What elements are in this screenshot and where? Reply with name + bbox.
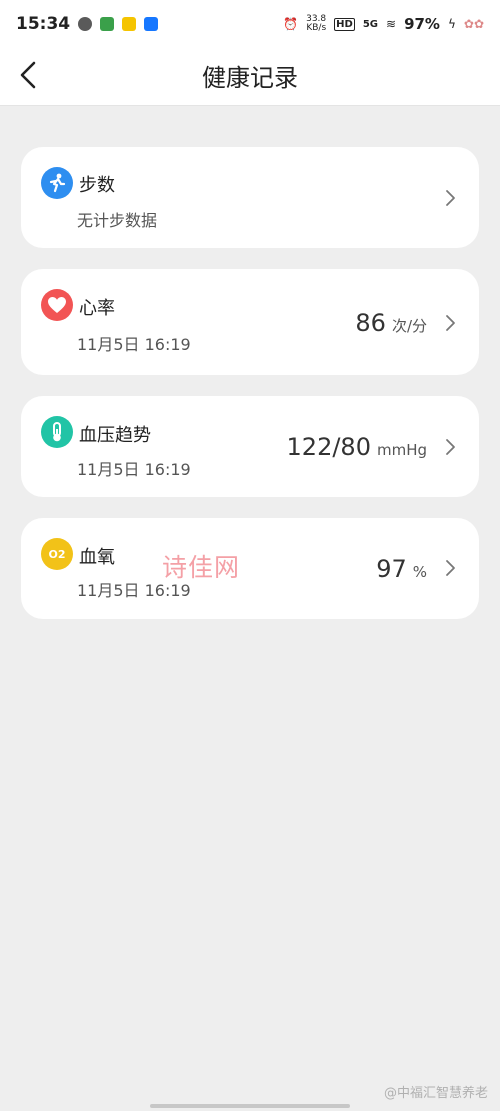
steps-subtitle: 无计步数据 xyxy=(77,211,158,230)
blood-pressure-unit: mmHg xyxy=(376,441,427,459)
o2-icon: O2 xyxy=(41,538,73,570)
heart-rate-time: 11月5日 16:19 xyxy=(77,335,191,354)
heart-rate-unit: 次/分 xyxy=(391,317,427,335)
nav-bar: 健康记录 xyxy=(0,48,500,106)
blood-oxygen-value: 97 % xyxy=(376,555,427,583)
charging-icon: ϟ xyxy=(447,17,456,31)
network-type: 5G xyxy=(362,18,378,30)
chevron-right-icon xyxy=(446,315,455,331)
app-notification-icon xyxy=(100,17,115,31)
status-time: 15:34 xyxy=(16,14,71,34)
blood-pressure-value: 122/80 mmHg xyxy=(287,433,427,461)
blood-oxygen-number: 97 xyxy=(376,555,407,583)
meituan-icon xyxy=(122,17,137,31)
wifi-icon: ≋ xyxy=(386,17,397,31)
chevron-right-icon xyxy=(446,439,455,455)
hd-badge: HD xyxy=(334,17,355,31)
blood-pressure-time: 11月5日 16:19 xyxy=(77,460,191,479)
page-title: 健康记录 xyxy=(202,64,298,92)
heart-rate-title: 心率 xyxy=(79,298,115,319)
alarm-icon: ⏰ xyxy=(283,17,299,31)
net-speed: 33.8 KB/s xyxy=(306,14,327,33)
blood-oxygen-title: 血氧 xyxy=(79,547,115,568)
thermometer-icon xyxy=(41,416,73,448)
status-bar: 15:34 ⏰ 33.8 KB/s HD 5G ≋ 97% ϟ ✿✿ xyxy=(0,0,500,48)
alipay-icon xyxy=(144,17,159,31)
steps-card[interactable]: 步数 无计步数据 xyxy=(21,147,479,248)
blood-pressure-title: 血压趋势 xyxy=(79,425,151,446)
home-indicator[interactable] xyxy=(150,1104,350,1108)
blood-oxygen-card[interactable]: O2 血氧 11月5日 16:19 97 % xyxy=(21,518,479,619)
decor-flower-icon: ✿✿ xyxy=(463,17,484,31)
blood-pressure-number: 122/80 xyxy=(286,433,371,461)
chevron-right-icon xyxy=(446,560,455,576)
heart-rate-value: 86 次/分 xyxy=(355,309,427,337)
blood-oxygen-unit: % xyxy=(412,563,427,581)
heart-icon xyxy=(41,289,73,321)
heart-rate-card[interactable]: 心率 11月5日 16:19 86 次/分 xyxy=(21,269,479,375)
status-right: ⏰ 33.8 KB/s HD 5G ≋ 97% ϟ ✿✿ xyxy=(283,14,484,34)
battery-level: 97% xyxy=(404,15,440,33)
footer-watermark: @中福汇智慧养老 xyxy=(383,1086,488,1101)
running-person-icon xyxy=(41,167,73,199)
heart-rate-number: 86 xyxy=(355,309,386,337)
watermark: 诗佳网 xyxy=(162,553,241,582)
chevron-right-icon xyxy=(446,190,455,206)
status-left: 15:34 xyxy=(16,14,159,34)
blood-pressure-card[interactable]: 血压趋势 11月5日 16:19 122/80 mmHg xyxy=(21,396,479,497)
wechat-icon xyxy=(78,17,93,31)
steps-title: 步数 xyxy=(79,175,115,196)
